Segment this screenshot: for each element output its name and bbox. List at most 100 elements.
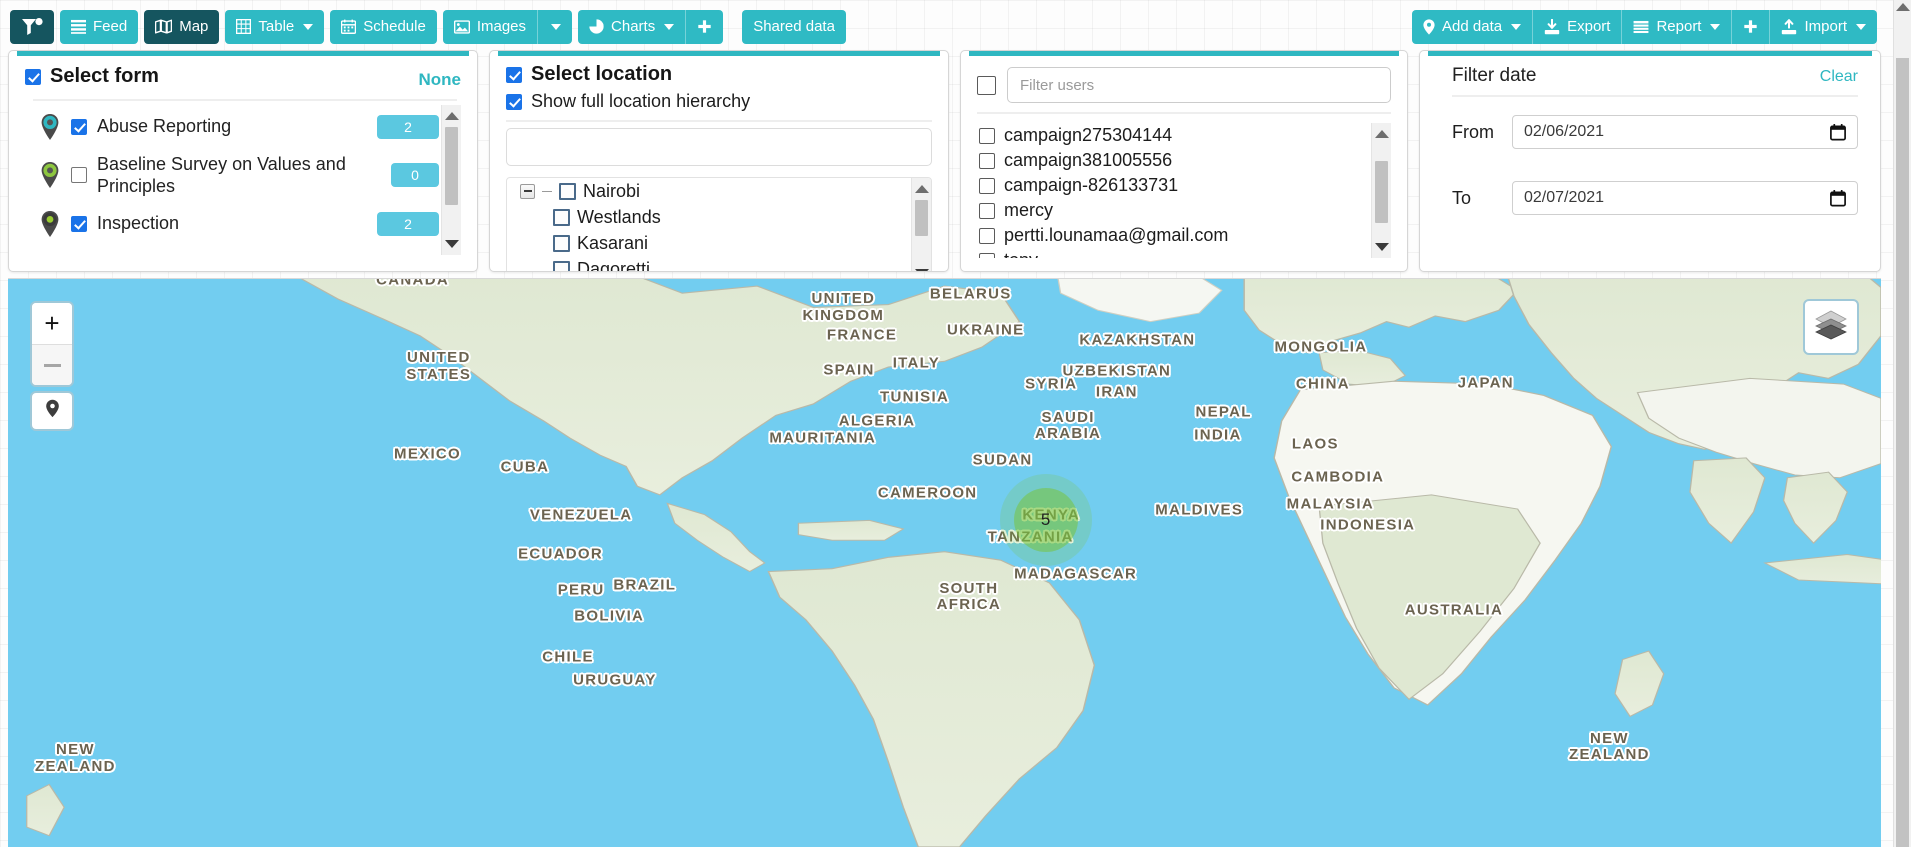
report-icon (1633, 20, 1649, 34)
map-canvas[interactable]: UNITED STATES MEXICO CUBA VENEZUELA ECUADOR P… (8, 278, 1881, 847)
add-data-button[interactable]: Add data (1412, 9, 1533, 44)
zoom-in-button[interactable]: + (32, 303, 72, 344)
list-item[interactable]: campaign275304144 (977, 123, 1370, 148)
map-layers-button[interactable] (1803, 299, 1859, 355)
users-list-scrollbar[interactable] (1371, 123, 1391, 258)
tab-shared-data[interactable]: Shared data (742, 9, 846, 44)
tree-checkbox[interactable] (553, 260, 570, 271)
tree-node-dagoretti[interactable]: Dagoretti (507, 256, 910, 271)
select-all-users-checkbox[interactable] (977, 75, 996, 95)
list-item-label: tony (1004, 250, 1038, 258)
tree-checkbox[interactable] (553, 208, 570, 226)
page-scrollbar[interactable] (1893, 0, 1911, 847)
tree-checkbox[interactable] (553, 234, 570, 252)
list-item[interactable]: mercy (977, 198, 1370, 223)
select-form-title: Select form (25, 65, 159, 88)
map-locate-button[interactable] (30, 391, 74, 431)
filter-date-clear-link[interactable]: Clear (1820, 68, 1858, 86)
brand-filter-button[interactable] (10, 9, 54, 44)
list-item[interactable]: campaign381005556 (977, 148, 1370, 173)
form-list-scrollbar[interactable] (441, 104, 461, 255)
show-hierarchy-checkbox[interactable] (506, 93, 522, 110)
tree-checkbox[interactable] (559, 182, 576, 200)
import-button[interactable]: Import (1769, 9, 1877, 44)
pie-chart-icon (589, 19, 604, 34)
user-checkbox[interactable] (979, 127, 995, 144)
list-item[interactable]: Inspection 2 (25, 202, 439, 246)
export-button[interactable]: Export (1532, 9, 1622, 44)
tab-map[interactable]: Map (144, 9, 220, 44)
date-from-input[interactable]: 02/06/2021 (1512, 115, 1858, 149)
list-item[interactable]: tony (977, 248, 1370, 258)
tab-schedule[interactable]: Schedule (330, 9, 437, 44)
tab-charts[interactable]: Charts (578, 9, 686, 44)
scroll-down-arrow-icon[interactable] (442, 235, 461, 253)
scroll-up-arrow-icon[interactable] (442, 107, 461, 125)
tab-table-label: Table (258, 18, 295, 35)
list-item-label: Abuse Reporting (97, 116, 232, 137)
select-form-title-label: Select form (50, 65, 159, 87)
tree-node-kasarani[interactable]: Kasarani (507, 230, 910, 256)
chevron-down-icon (303, 23, 314, 30)
show-hierarchy-label: Show full location hierarchy (531, 91, 751, 111)
map-cluster-marker[interactable]: 5 (999, 474, 1092, 567)
form-checkbox[interactable] (71, 167, 87, 183)
count-badge: 2 (377, 114, 439, 139)
user-checkbox[interactable] (979, 152, 995, 169)
user-checkbox[interactable] (979, 252, 995, 258)
user-checkbox[interactable] (979, 202, 995, 219)
map-pin-icon (39, 210, 61, 238)
filter-date-panel: Filter date Clear From 02/06/2021 To 02/… (1419, 50, 1881, 272)
date-to-input[interactable]: 02/07/2021 (1512, 181, 1858, 215)
toolbar-left-group: Feed Map Table Schedule Images Charts Sh… (10, 9, 846, 44)
user-checkbox[interactable] (979, 177, 995, 194)
select-form-master-checkbox[interactable] (25, 68, 41, 85)
add-button[interactable] (1731, 9, 1770, 44)
calendar-icon[interactable] (1830, 123, 1846, 141)
plus-icon (1743, 19, 1758, 34)
layers-icon (1814, 310, 1848, 345)
scroll-up-arrow-icon[interactable] (1372, 125, 1391, 143)
location-tree-scrollbar[interactable] (911, 178, 931, 271)
select-form-none-link[interactable]: None (419, 70, 462, 90)
scroll-up-arrow-icon[interactable] (912, 180, 931, 198)
scroll-down-arrow-icon[interactable] (1372, 238, 1391, 256)
report-button[interactable]: Report (1621, 9, 1732, 44)
divider (977, 112, 1391, 114)
upload-icon (1781, 18, 1797, 35)
add-data-label: Add data (1442, 18, 1503, 35)
location-search-input[interactable] (506, 128, 932, 166)
images-dropdown-toggle[interactable] (537, 9, 573, 44)
list-item[interactable]: campaign-826133731 (977, 173, 1370, 198)
filter-users-input[interactable] (1007, 67, 1391, 103)
add-chart-button[interactable] (685, 9, 724, 44)
calendar-icon[interactable] (1830, 189, 1846, 207)
tree-node-westlands[interactable]: Westlands (507, 204, 910, 230)
scroll-down-arrow-icon[interactable] (912, 264, 931, 271)
tab-feed[interactable]: Feed (60, 9, 139, 44)
tab-images[interactable]: Images (442, 9, 538, 44)
map-pin-icon (39, 113, 61, 141)
page-scrollbar-thumb[interactable] (1896, 58, 1909, 847)
collapse-toggle-icon[interactable] (520, 183, 535, 199)
scrollbar-thumb[interactable] (1375, 161, 1388, 223)
tab-table[interactable]: Table (225, 9, 325, 44)
list-item[interactable]: pertti.lounamaa@gmail.com (977, 223, 1370, 248)
report-label: Report (1656, 18, 1702, 35)
tab-map-label: Map (179, 18, 209, 35)
list-item[interactable]: Abuse Reporting 2 (25, 105, 439, 149)
scroll-up-arrow-icon[interactable] (1894, 3, 1911, 11)
chevron-down-icon (1856, 23, 1866, 30)
list-icon (71, 19, 86, 34)
select-location-master-checkbox[interactable] (506, 66, 522, 83)
list-item[interactable]: Baseline Survey on Values and Principles… (25, 149, 439, 202)
form-checkbox[interactable] (71, 215, 87, 232)
form-checkbox[interactable] (71, 118, 87, 135)
tree-node-nairobi[interactable]: Nairobi (507, 178, 910, 204)
scrollbar-thumb[interactable] (915, 200, 928, 236)
user-checkbox[interactable] (979, 227, 995, 244)
main-toolbar: Feed Map Table Schedule Images Charts Sh… (0, 0, 1911, 48)
zoom-out-button[interactable] (32, 344, 72, 385)
scrollbar-thumb[interactable] (445, 126, 458, 205)
toolbar-actions-group: Add data Export Report Import (1412, 9, 1877, 44)
